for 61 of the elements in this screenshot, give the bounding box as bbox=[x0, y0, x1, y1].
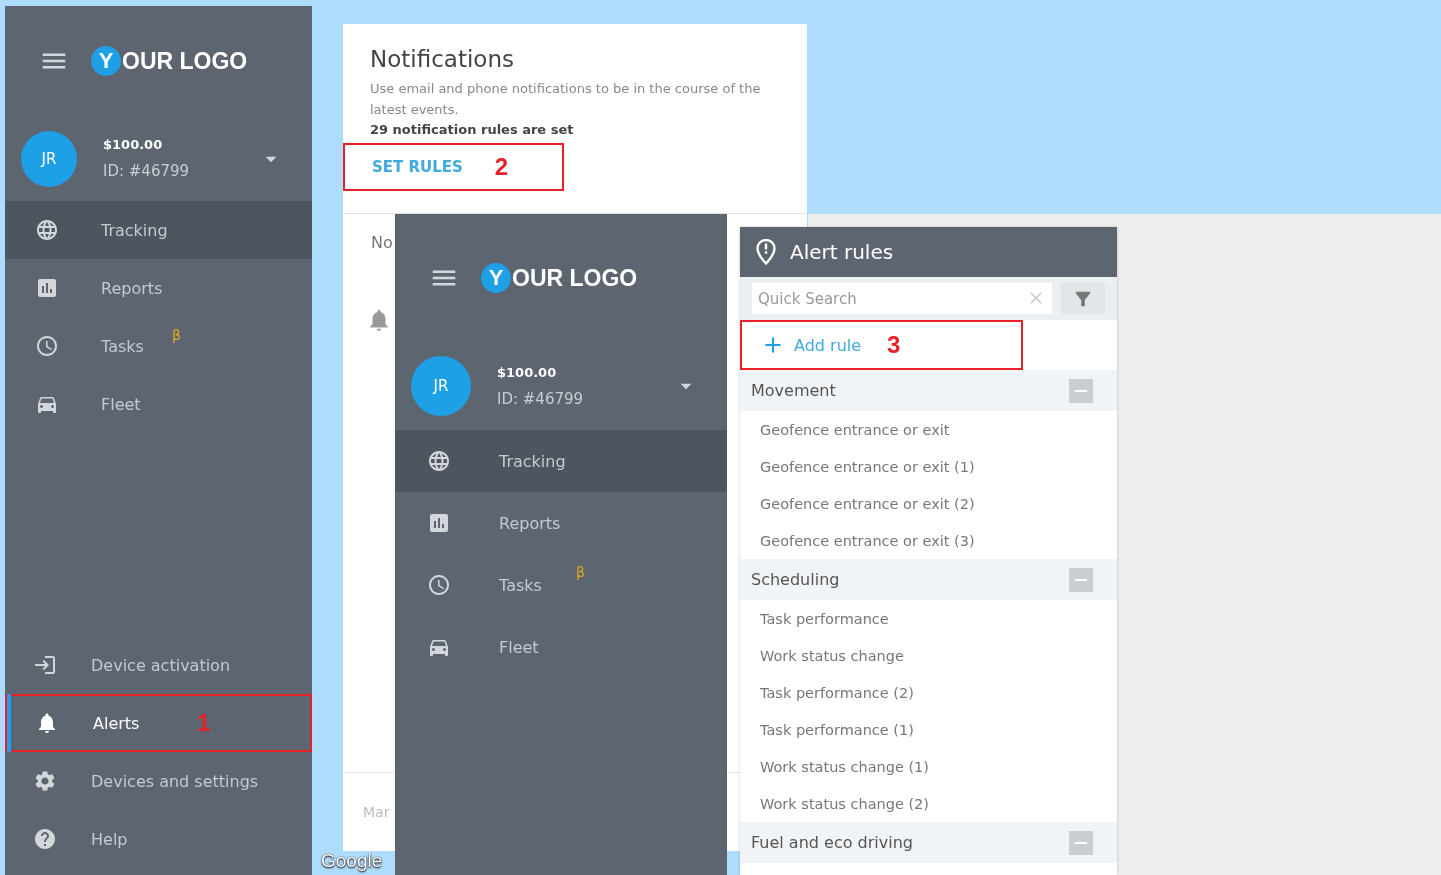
enter-icon bbox=[33, 653, 57, 677]
rules-count: 29 notification rules are set bbox=[369, 122, 575, 137]
avatar: JR bbox=[411, 356, 471, 416]
card-description: Use email and phone notifications to be in the course of the latest events. bbox=[369, 80, 762, 119]
nav-item[interactable]: Fleet bbox=[5, 375, 312, 433]
search-field[interactable]: Quick Search bbox=[752, 283, 1052, 314]
nav-item[interactable]: Reports bbox=[5, 259, 312, 317]
group-name: Fuel and eco driving bbox=[751, 833, 913, 852]
card-title: Notifications bbox=[369, 46, 515, 72]
nav-item[interactable]: Tracking bbox=[395, 430, 727, 492]
help-icon bbox=[33, 827, 57, 851]
rule-item[interactable]: Work status change (2) bbox=[740, 785, 1117, 822]
globe-icon bbox=[427, 449, 451, 473]
nav-item[interactable]: Help bbox=[5, 810, 312, 868]
rule-item[interactable]: Task performance (1) bbox=[740, 711, 1117, 748]
group-header[interactable]: Scheduling bbox=[740, 559, 1117, 600]
logo: Y OUR LOGO bbox=[91, 46, 248, 76]
rule-item[interactable]: Task performance bbox=[740, 600, 1117, 637]
filter-button[interactable] bbox=[1061, 283, 1105, 314]
add-rule-button[interactable]: Add rule bbox=[760, 332, 862, 358]
balance: $100.00 bbox=[103, 137, 164, 152]
avatar: JR bbox=[21, 130, 77, 187]
nav-item[interactable]: Reports bbox=[395, 492, 727, 554]
footer-text: Mar bbox=[362, 804, 390, 820]
nav-item[interactable]: Alerts bbox=[7, 694, 197, 752]
rule-item[interactable]: Geofence entrance or exit (1) bbox=[740, 448, 1117, 485]
account-id: ID: #46799 bbox=[497, 389, 585, 408]
clock-icon bbox=[35, 334, 59, 358]
clock-icon bbox=[427, 573, 451, 597]
step-number: 1 bbox=[197, 709, 211, 737]
globe-icon bbox=[35, 218, 59, 242]
panel-title: Alert rules bbox=[790, 240, 894, 264]
bar-chart-icon bbox=[427, 511, 451, 535]
rule-item[interactable]: Work status change bbox=[740, 637, 1117, 674]
rule-item[interactable]: Geofence entrance or exit (3) bbox=[740, 522, 1117, 559]
group-header[interactable]: Fuel and eco driving bbox=[740, 822, 1117, 863]
rule-item[interactable]: Geofence entrance or exit bbox=[740, 411, 1117, 448]
rule-item[interactable]: Work status change (1) bbox=[740, 748, 1117, 785]
account-id: ID: #46799 bbox=[103, 162, 191, 180]
nav-item[interactable]: Device activation bbox=[5, 636, 312, 694]
step-number: 2 bbox=[494, 153, 509, 181]
beta-label: β bbox=[575, 564, 585, 580]
nav-item[interactable]: Tracking bbox=[5, 201, 312, 259]
group-header[interactable]: Movement bbox=[740, 370, 1117, 411]
rule-item[interactable]: Task performance (2) bbox=[740, 674, 1117, 711]
map-credit: Google bbox=[321, 850, 383, 872]
nav-item[interactable]: Fleet bbox=[395, 616, 727, 678]
nav-item[interactable]: Tasks β bbox=[5, 317, 312, 375]
balance: $100.00 bbox=[497, 364, 558, 380]
set-rules-button[interactable]: SET RULES bbox=[372, 158, 463, 176]
bar-chart-icon bbox=[35, 276, 59, 300]
beta-label: β bbox=[171, 327, 181, 343]
settings-icon bbox=[33, 769, 57, 793]
nav-item[interactable]: Tasks β bbox=[395, 554, 727, 616]
group-name: Movement bbox=[751, 381, 836, 400]
step-number: 3 bbox=[887, 331, 901, 359]
logo: Y OUR LOGO bbox=[481, 263, 638, 293]
group-name: Scheduling bbox=[751, 570, 840, 589]
alert-pin-icon bbox=[756, 239, 776, 265]
nav-item[interactable]: Devices and settings bbox=[5, 752, 312, 810]
rule-item[interactable]: Geofence entrance or exit (2) bbox=[740, 485, 1117, 522]
